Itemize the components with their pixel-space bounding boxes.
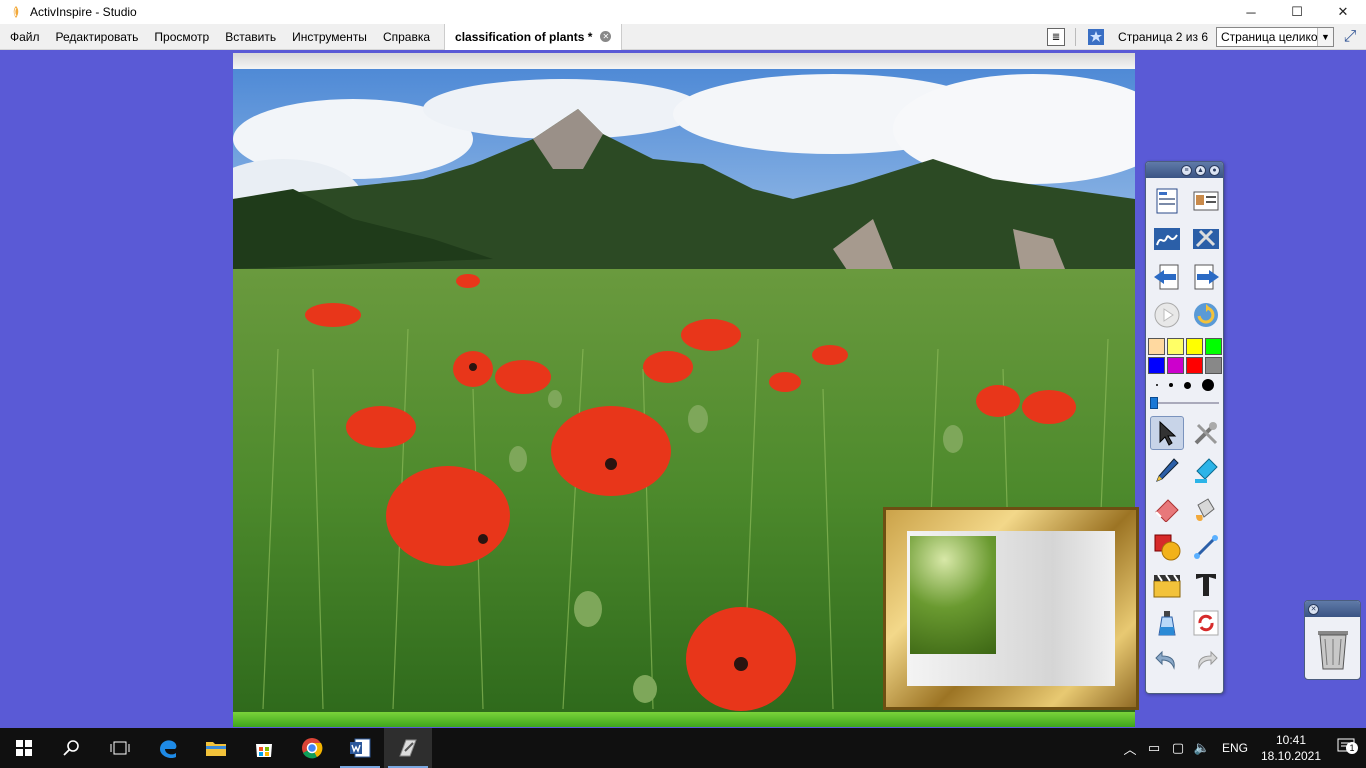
- clock-date: 18.10.2021: [1260, 749, 1322, 763]
- chevron-down-icon[interactable]: ▼: [1317, 28, 1333, 46]
- menu-insert[interactable]: Вставить: [217, 24, 284, 50]
- language-indicator[interactable]: ENG: [1222, 741, 1248, 755]
- menu-help[interactable]: Справка: [375, 24, 438, 50]
- menu-edit[interactable]: Редактировать: [48, 24, 147, 50]
- color-swatch[interactable]: [1186, 357, 1203, 374]
- clear-icon[interactable]: [1150, 606, 1184, 640]
- color-palette: [1146, 332, 1223, 374]
- system-tray: ︿ ▭ ▢ 🔈 ENG 10:41 18.10.2021 1: [1118, 728, 1366, 768]
- activinspire-app-icon: [8, 4, 24, 20]
- task-view-icon[interactable]: [96, 728, 144, 768]
- pine-leaf-image: [910, 536, 996, 654]
- document-tab[interactable]: classification of plants * ✕: [444, 23, 623, 50]
- tools-icon[interactable]: [1189, 416, 1223, 450]
- reset-icon[interactable]: [1189, 606, 1223, 640]
- network-icon[interactable]: ▢: [1166, 740, 1190, 756]
- redo-icon[interactable]: [1189, 644, 1223, 678]
- page-browser-icon[interactable]: ≣: [1047, 28, 1066, 46]
- width-dot[interactable]: [1155, 384, 1158, 386]
- select-tool-icon[interactable]: [1150, 416, 1184, 450]
- notification-icon[interactable]: 1: [1326, 737, 1366, 760]
- width-slider[interactable]: [1150, 396, 1219, 410]
- handwriting-icon[interactable]: [1150, 222, 1184, 256]
- resource-library-icon[interactable]: [1150, 568, 1184, 602]
- pen-icon[interactable]: [1150, 454, 1184, 488]
- trash-can-panel[interactable]: ✕: [1304, 600, 1361, 680]
- windows-start-icon[interactable]: [0, 728, 48, 768]
- edge-browser-icon[interactable]: [144, 728, 192, 768]
- color-swatch[interactable]: [1186, 338, 1203, 355]
- next-page-icon[interactable]: [1189, 260, 1223, 294]
- menu-tools[interactable]: Инструменты: [284, 24, 375, 50]
- menu-bar: Файл Редактировать Просмотр Вставить Инс…: [0, 23, 1366, 50]
- menu-file[interactable]: Файл: [0, 24, 48, 50]
- clock[interactable]: 10:41 18.10.2021: [1256, 732, 1326, 764]
- document-tab-label: classification of plants *: [455, 29, 593, 44]
- shape-icon[interactable]: [1150, 530, 1184, 564]
- highlighter-icon[interactable]: [1189, 454, 1223, 488]
- eraser-icon[interactable]: [1150, 492, 1184, 526]
- play-icon[interactable]: [1150, 298, 1184, 332]
- main-toolbox: ≡ ▲ ●: [1145, 161, 1224, 694]
- main-menu-icon[interactable]: [1150, 184, 1184, 218]
- slider-thumb[interactable]: [1150, 397, 1158, 409]
- word-icon[interactable]: [336, 728, 384, 768]
- file-explorer-icon[interactable]: [192, 728, 240, 768]
- page-top-strip: [233, 53, 1135, 69]
- gold-picture-frame[interactable]: [883, 507, 1139, 710]
- menu-view[interactable]: Просмотр: [146, 24, 217, 50]
- minimize-button[interactable]: ─: [1228, 0, 1274, 24]
- width-dot[interactable]: [1168, 383, 1173, 387]
- notification-count: 1: [1346, 741, 1358, 754]
- zoom-select[interactable]: Страница целиком ▼: [1216, 27, 1334, 47]
- undo-icon[interactable]: [1150, 644, 1184, 678]
- separator: [1075, 28, 1077, 46]
- browser-icon[interactable]: [1189, 184, 1223, 218]
- color-swatch[interactable]: [1205, 357, 1222, 374]
- clock-time: 10:41: [1275, 733, 1307, 747]
- color-swatch[interactable]: [1167, 338, 1184, 355]
- page-bottom-strip: [233, 712, 1135, 727]
- maximize-button[interactable]: ☐: [1274, 0, 1320, 24]
- color-swatch[interactable]: [1205, 338, 1222, 355]
- toolbox-menu-icon[interactable]: ≡: [1181, 164, 1192, 176]
- toolbox-header[interactable]: ≡ ▲ ●: [1146, 162, 1223, 178]
- close-button[interactable]: ✕: [1320, 0, 1366, 24]
- fill-icon[interactable]: [1189, 492, 1223, 526]
- text-tool-icon[interactable]: [1189, 568, 1223, 602]
- width-dot[interactable]: [1183, 381, 1191, 389]
- flipchart-icon[interactable]: [1086, 27, 1106, 47]
- fullscreen-icon[interactable]: ⤢: [1340, 27, 1360, 47]
- width-dot[interactable]: [1201, 379, 1214, 391]
- volume-icon[interactable]: 🔈: [1190, 740, 1214, 756]
- frame-picture: [907, 531, 1115, 686]
- toolbox-collapse-icon[interactable]: ▲: [1195, 164, 1206, 176]
- color-swatch[interactable]: [1148, 338, 1165, 355]
- reset-page-icon[interactable]: [1189, 298, 1223, 332]
- taskbar: ︿ ▭ ▢ 🔈 ENG 10:41 18.10.2021 1: [0, 728, 1366, 768]
- trash-can-icon[interactable]: [1305, 617, 1360, 679]
- title-bar: ActivInspire - Studio ─ ☐ ✕: [0, 0, 1366, 24]
- trash-header: ✕: [1305, 601, 1360, 617]
- pen-width-selector: [1146, 374, 1223, 396]
- microsoft-store-icon[interactable]: [240, 728, 288, 768]
- battery-icon[interactable]: ▭: [1142, 740, 1166, 756]
- toolbox-pin-icon[interactable]: ●: [1209, 164, 1220, 176]
- connector-icon[interactable]: [1189, 530, 1223, 564]
- previous-page-icon[interactable]: [1150, 260, 1184, 294]
- color-swatch[interactable]: [1167, 357, 1184, 374]
- close-icon[interactable]: ✕: [1308, 603, 1319, 615]
- search-icon[interactable]: [48, 728, 96, 768]
- slider-track: [1150, 402, 1219, 404]
- window-title: ActivInspire - Studio: [30, 5, 137, 19]
- chevron-up-icon[interactable]: ︿: [1118, 739, 1142, 758]
- close-tab-icon[interactable]: ✕: [600, 31, 612, 42]
- design-mode-icon[interactable]: [1189, 222, 1223, 256]
- color-swatch[interactable]: [1148, 357, 1165, 374]
- zoom-value: Страница целиком: [1221, 30, 1326, 44]
- activinspire-taskbar-icon[interactable]: [384, 728, 432, 768]
- page-indicator: Страница 2 из 6: [1118, 30, 1208, 44]
- chrome-icon[interactable]: [288, 728, 336, 768]
